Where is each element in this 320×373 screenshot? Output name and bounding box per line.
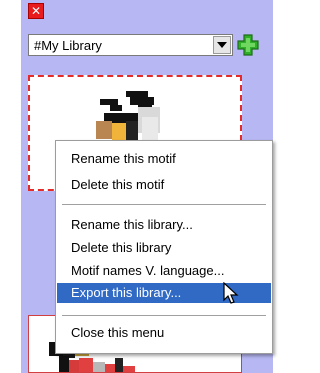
add-icon[interactable] (236, 33, 260, 57)
menu-item-label: Close this menu (71, 325, 165, 340)
library-select-value: #My Library (34, 38, 102, 53)
menu-item-delete-motif[interactable]: Delete this motif (57, 175, 271, 195)
menu-item-label: Export this library... (71, 285, 182, 300)
library-select[interactable]: #My Library (28, 34, 233, 56)
context-menu: Rename this motif Delete this motif Rena… (55, 140, 273, 354)
close-icon[interactable]: ✕ (28, 3, 44, 19)
menu-item-rename-motif[interactable]: Rename this motif (57, 149, 271, 169)
menu-item-label: Rename this motif (71, 151, 176, 166)
menu-item-motif-names-language[interactable]: Motif names V. language... (57, 261, 271, 281)
menu-item-label: Delete this motif (71, 177, 165, 192)
chevron-down-icon[interactable] (213, 36, 231, 54)
mouse-pointer-icon (223, 281, 243, 310)
menu-item-delete-library[interactable]: Delete this library (57, 238, 271, 258)
menu-item-label: Rename this library... (71, 217, 193, 232)
menu-separator (62, 204, 266, 206)
menu-separator (62, 315, 266, 317)
menu-item-close-menu[interactable]: Close this menu (57, 323, 271, 343)
menu-item-label: Delete this library (71, 240, 172, 255)
menu-item-label: Motif names V. language... (71, 263, 225, 278)
menu-item-rename-library[interactable]: Rename this library... (57, 215, 271, 235)
